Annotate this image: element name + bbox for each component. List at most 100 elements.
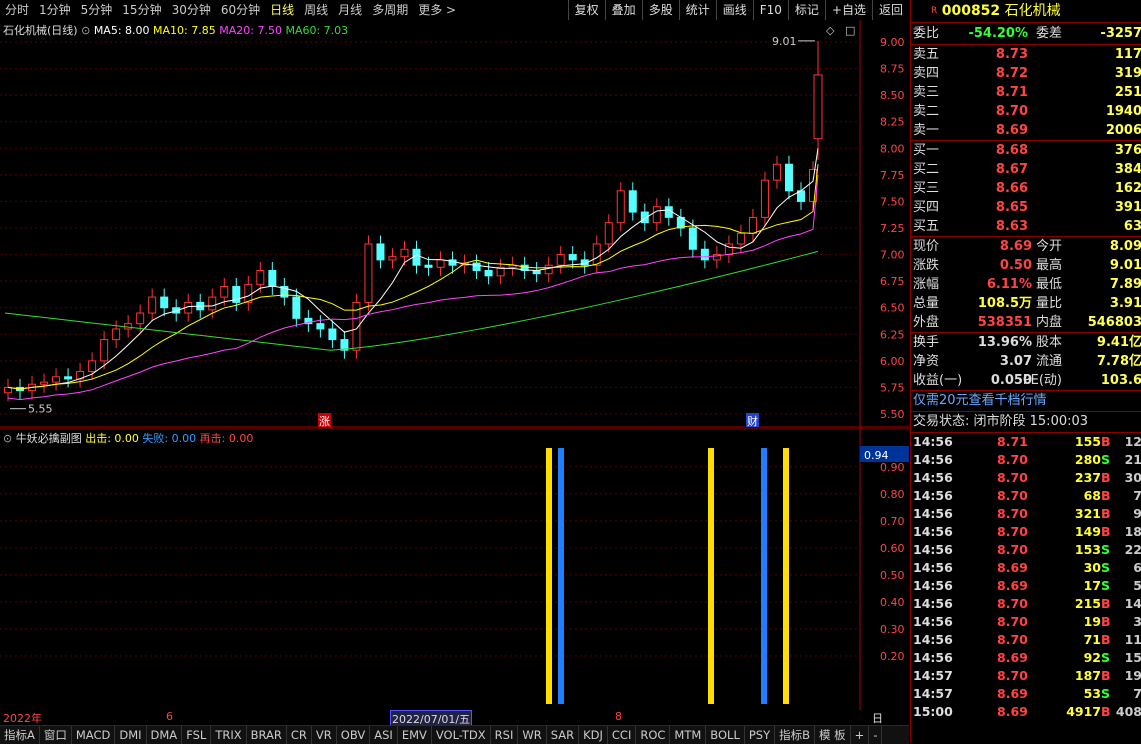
- stat-row: 涨跌 0.50 最高 9.01: [911, 256, 1141, 275]
- tick-row: 14:56 8.70 19 B 3: [911, 613, 1141, 631]
- book-row: 卖四 8.72 319: [911, 64, 1141, 83]
- tick-count: 18: [1124, 524, 1141, 539]
- settings-icon[interactable]: ⊙: [81, 24, 90, 37]
- indicator-chart[interactable]: 0.90 0.80 0.70 0.60 0.50 0.40 0.30 0.20 0.94: [0, 428, 909, 710]
- tick-volume: 30: [1083, 560, 1101, 575]
- period-tab-0[interactable]: 分时: [0, 0, 34, 20]
- tick-count: 15: [1124, 650, 1141, 665]
- tick-volume: 155: [1074, 434, 1101, 449]
- book-price: 8.66: [995, 181, 1028, 196]
- price-tick-label: 7.25: [880, 222, 905, 235]
- tick-row: 14:56 8.69 17 S 5: [911, 577, 1141, 595]
- tool-button-7[interactable]: +自选: [824, 0, 872, 20]
- signal-bar: [783, 448, 789, 704]
- indicator-tab-15[interactable]: WR: [518, 726, 547, 744]
- indicator-tab-4[interactable]: DMA: [147, 726, 183, 744]
- book-volume: 63: [1123, 219, 1141, 234]
- indicator-tab-3[interactable]: DMI: [115, 726, 147, 744]
- price-tick-label: 7.50: [880, 195, 905, 208]
- tick-row: 14:56 8.70 68 B 7: [911, 487, 1141, 505]
- indicator-tab-9[interactable]: VR: [312, 726, 337, 744]
- candle-body: [472, 262, 481, 272]
- tick-side: B: [1101, 470, 1111, 485]
- stat-label: 外盘: [913, 315, 940, 330]
- signal-bar: [546, 448, 552, 704]
- indicator-tab-8[interactable]: CR: [287, 726, 312, 744]
- indicator-tick-label: 0.80: [880, 488, 905, 501]
- indicator-tab-11[interactable]: ASI: [370, 726, 398, 744]
- indicator-tab-14[interactable]: RSI: [491, 726, 519, 744]
- stock-code: 000852: [941, 3, 1001, 19]
- stat-label: 收益(一): [913, 373, 963, 388]
- chart-tools: 复权 叠加 多股 统计 画线 F10 标记 +自选 返回: [567, 0, 909, 20]
- tick-price: 8.70: [997, 668, 1028, 683]
- book-price: 8.72: [995, 66, 1028, 81]
- indicator-tab-23[interactable]: 指标B: [775, 726, 816, 744]
- indicator-tab-17[interactable]: KDJ: [579, 726, 608, 744]
- indicator-tick-label: 0.40: [880, 596, 905, 609]
- tick-volume: 321: [1074, 506, 1101, 521]
- settings-icon[interactable]: ⊙: [3, 432, 12, 445]
- tool-button-6[interactable]: 标记: [787, 0, 825, 20]
- tick-price: 8.70: [997, 632, 1028, 647]
- tool-button-4[interactable]: 画线: [715, 0, 753, 20]
- tool-button-8[interactable]: 返回: [871, 0, 909, 20]
- indicator-tab-5[interactable]: FSL: [182, 726, 212, 744]
- indicator-tab-10[interactable]: OBV: [337, 726, 371, 744]
- period-tab-3[interactable]: 15分钟: [117, 0, 166, 20]
- signal-bar: [708, 448, 714, 704]
- bid-list: 买一 8.68 376 买二 8.67 384 买三 8.66 162 买四 8.65 391 买五 8.…: [911, 141, 1141, 236]
- tool-button-2[interactable]: 多股: [641, 0, 679, 20]
- period-tab-10[interactable]: 更多 >: [413, 0, 461, 20]
- indicator-tab-12[interactable]: EMV: [398, 726, 432, 744]
- period-tab-8[interactable]: 月线: [333, 0, 367, 20]
- kline-chart[interactable]: 9.00 8.75 8.50 8.25 8.00 7.75 7.50 7.25 7.00 6.75…: [0, 20, 909, 428]
- indicator-tab-22[interactable]: PSY: [745, 726, 776, 744]
- price-tick-label: 7.75: [880, 169, 905, 182]
- indicator-tab-0[interactable]: 指标A: [0, 726, 40, 744]
- promo-row[interactable]: 仅需20元查看千档行情: [911, 391, 1141, 411]
- stat-value: 6.11%: [986, 277, 1032, 292]
- indicator-tab-2[interactable]: MACD: [72, 726, 116, 744]
- period-tab-4[interactable]: 30分钟: [167, 0, 216, 20]
- promo-link[interactable]: 仅需20元查看千档行情: [913, 391, 1047, 411]
- book-volume: 117: [1114, 47, 1141, 62]
- indicator-tab-19[interactable]: ROC: [636, 726, 671, 744]
- indicator-tab-18[interactable]: CCI: [608, 726, 637, 744]
- indicator-tab-1[interactable]: 窗口: [40, 726, 72, 744]
- tick-list[interactable]: 14:56 8.71 155 B 12 14:56 8.70 280 S 21 14:56 8.70 2…: [911, 433, 1141, 721]
- indicator-tab-6[interactable]: TRIX: [211, 726, 247, 744]
- period-tab-5[interactable]: 60分钟: [216, 0, 265, 20]
- webi-value: -54.20%: [968, 26, 1028, 41]
- tick-price: 8.71: [997, 434, 1028, 449]
- candle-body: [700, 248, 709, 261]
- book-label: 买五: [913, 219, 940, 234]
- period-tab-1[interactable]: 1分钟: [34, 0, 76, 20]
- tick-time: 14:56: [913, 632, 953, 647]
- indicator-tab-20[interactable]: MTM: [670, 726, 707, 744]
- tool-button-3[interactable]: 统计: [678, 0, 716, 20]
- price-tick-label: 8.75: [880, 63, 905, 76]
- indicator-tab-25[interactable]: +: [851, 726, 870, 744]
- indicator-tab-26[interactable]: -: [869, 726, 883, 744]
- limit-up-text: 涨: [319, 415, 330, 428]
- period-tab-6[interactable]: 日线: [265, 0, 299, 20]
- indicator-tab-24[interactable]: 模 板: [815, 726, 851, 744]
- period-tab-7[interactable]: 周线: [299, 0, 333, 20]
- price-tick-label: 8.50: [880, 89, 905, 102]
- indicator-tab-7[interactable]: BRAR: [247, 726, 287, 744]
- tool-button-5[interactable]: F10: [752, 0, 788, 20]
- candle-body: [328, 328, 337, 341]
- tick-price: 8.70: [997, 488, 1028, 503]
- stat-row: 现价 8.69 今开 8.09: [911, 237, 1141, 256]
- tick-row: 14:56 8.69 30 S 6: [911, 559, 1141, 577]
- indicator-tab-13[interactable]: VOL-TDX: [432, 726, 491, 744]
- indicator-tab-21[interactable]: BOLL: [706, 726, 745, 744]
- indicator-tab-16[interactable]: SAR: [547, 726, 580, 744]
- period-tab-2[interactable]: 5分钟: [76, 0, 118, 20]
- tick-volume: 280: [1074, 452, 1101, 467]
- tool-button-1[interactable]: 叠加: [604, 0, 642, 20]
- tool-button-0[interactable]: 复权: [567, 0, 605, 20]
- book-label: 卖五: [913, 47, 940, 62]
- period-tab-9[interactable]: 多周期: [367, 0, 413, 20]
